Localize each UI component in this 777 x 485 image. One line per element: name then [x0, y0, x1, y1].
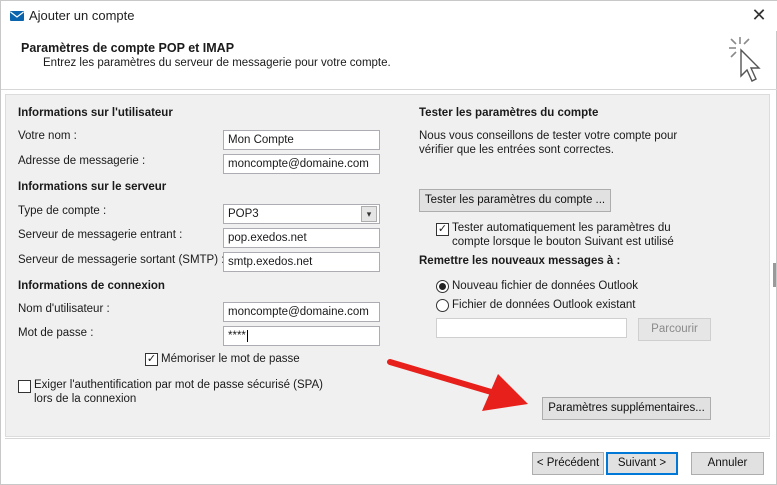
- back-button[interactable]: < Précédent: [532, 452, 604, 475]
- scrollbar-thumb[interactable]: [773, 263, 776, 287]
- spa-checkbox[interactable]: [18, 380, 31, 393]
- more-settings-button[interactable]: Paramètres supplémentaires...: [542, 397, 711, 420]
- chevron-down-icon[interactable]: ▾: [361, 206, 377, 222]
- remember-password-label: Mémoriser le mot de passe: [161, 353, 300, 365]
- test-settings-button[interactable]: Tester les paramètres du compte ...: [419, 189, 611, 212]
- email-input[interactable]: moncompte@domaine.com: [223, 154, 380, 174]
- browse-button[interactable]: Parcourir: [638, 318, 711, 341]
- incoming-server-input[interactable]: pop.exedos.net: [223, 228, 380, 248]
- deliver-heading: Remettre les nouveaux messages à :: [419, 255, 621, 267]
- click-cursor-icon: [726, 35, 766, 85]
- username-label: Nom d'utilisateur :: [18, 303, 110, 315]
- outlook-app-icon: [9, 8, 25, 24]
- page-subtitle: Entrez les paramètres du serveur de mess…: [43, 57, 391, 69]
- footer-separator: [5, 438, 770, 439]
- password-label: Mot de passe :: [18, 327, 94, 339]
- server-info-heading: Informations sur le serveur: [18, 181, 167, 193]
- remember-password-checkbox[interactable]: ✓: [145, 353, 158, 366]
- cancel-button[interactable]: Annuler: [691, 452, 764, 475]
- username-input[interactable]: moncompte@domaine.com: [223, 302, 380, 322]
- password-value: ****: [228, 330, 246, 342]
- next-button[interactable]: Suivant >: [606, 452, 678, 475]
- window-title: Ajouter un compte: [29, 8, 135, 23]
- data-file-path-input[interactable]: [436, 318, 627, 338]
- header-separator: [1, 89, 777, 90]
- spa-label-line1: Exiger l'authentification par mot de pas…: [34, 379, 323, 391]
- auto-test-checkbox[interactable]: ✓: [436, 223, 449, 236]
- new-data-file-label: Nouveau fichier de données Outlook: [452, 280, 639, 292]
- spa-label-line2: lors de la connexion: [34, 393, 137, 405]
- login-info-heading: Informations de connexion: [18, 280, 165, 292]
- outgoing-server-label: Serveur de messagerie sortant (SMTP) :: [18, 254, 225, 266]
- account-type-value: POP3: [228, 208, 259, 220]
- auto-test-label-line2: compte lorsque le bouton Suivant est uti…: [452, 236, 674, 248]
- test-settings-heading: Tester les paramètres du compte: [419, 107, 599, 119]
- account-type-label: Type de compte :: [18, 205, 107, 217]
- red-arrow-annotation: [386, 356, 531, 416]
- existing-data-file-radio[interactable]: [436, 299, 449, 312]
- account-type-select[interactable]: POP3 ▾: [223, 204, 380, 224]
- existing-data-file-label: Fichier de données Outlook existant: [452, 299, 636, 311]
- new-data-file-radio[interactable]: [436, 280, 449, 293]
- user-info-heading: Informations sur l'utilisateur: [18, 107, 173, 119]
- close-icon[interactable]: ✕: [745, 3, 773, 29]
- name-label: Votre nom :: [18, 130, 77, 142]
- page-title: Paramètres de compte POP et IMAP: [21, 41, 235, 55]
- name-input[interactable]: Mon Compte: [223, 130, 380, 150]
- test-description-line2: vérifier que les entrées sont correctes.: [419, 144, 614, 156]
- add-account-dialog: Ajouter un compte ✕ Paramètres de compte…: [0, 0, 777, 485]
- password-input[interactable]: ****: [223, 326, 380, 346]
- outgoing-server-input[interactable]: smtp.exedos.net: [223, 252, 380, 272]
- test-description-line1: Nous vous conseillons de tester votre co…: [419, 130, 678, 142]
- incoming-server-label: Serveur de messagerie entrant :: [18, 229, 183, 241]
- auto-test-label-line1: Tester automatiquement les paramètres du: [452, 222, 671, 234]
- email-label: Adresse de messagerie :: [18, 155, 146, 167]
- radio-selected-dot: [439, 283, 446, 290]
